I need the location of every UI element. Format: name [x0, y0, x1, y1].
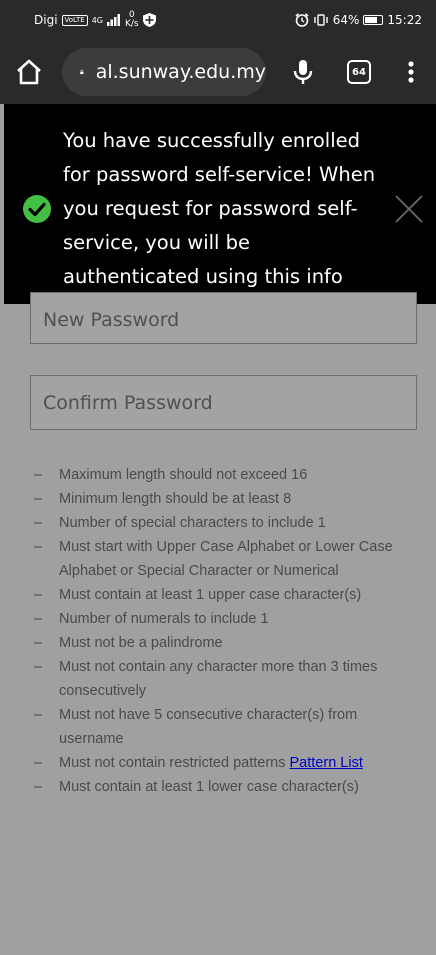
- vpn-shield-icon: [142, 13, 156, 27]
- confirm-password-placeholder: Confirm Password: [43, 391, 213, 414]
- more-menu-icon[interactable]: [396, 57, 426, 87]
- rule-item: Must start with Upper Case Alphabet or L…: [34, 535, 414, 583]
- net-speed: 0 K/s: [125, 11, 139, 29]
- rule-item: Must not contain any character more than…: [34, 655, 414, 703]
- rule-item: Must contain at least 1 lower case chara…: [34, 775, 414, 799]
- tab-switcher-button[interactable]: 64: [347, 60, 371, 84]
- address-bar[interactable]: al.sunway.edu.my: [62, 48, 266, 96]
- success-toast: You have successfully enrolled for passw…: [4, 104, 436, 304]
- password-rules-list: Maximum length should not exceed 16 Mini…: [34, 463, 414, 799]
- status-bar: Digi VoLTE 4G 0 K/s 64% 15:22: [0, 0, 436, 40]
- new-password-placeholder: New Password: [43, 309, 180, 331]
- lock-icon: [80, 69, 84, 75]
- signal-type: 4G: [91, 15, 103, 25]
- battery-icon: [363, 15, 384, 25]
- new-password-field[interactable]: New Password: [30, 292, 417, 344]
- clock: 15:22: [387, 13, 422, 27]
- pattern-list-link[interactable]: Pattern List: [290, 755, 363, 771]
- rule-item-patterns: Must not contain restricted patterns Pat…: [34, 751, 414, 775]
- battery-percent: 64%: [332, 13, 360, 27]
- microphone-icon[interactable]: [288, 57, 318, 87]
- carrier-label: Digi: [34, 13, 58, 27]
- close-icon[interactable]: [393, 193, 425, 225]
- confirm-password-field[interactable]: Confirm Password: [30, 375, 417, 430]
- url-text: al.sunway.edu.my: [95, 61, 266, 83]
- status-right: 64% 15:22: [295, 13, 422, 27]
- rule-item: Number of special characters to include …: [34, 511, 414, 535]
- rule-item: Must not have 5 consecutive character(s)…: [34, 703, 414, 751]
- rule-item: Minimum length should be at least 8: [34, 487, 414, 511]
- rule-item: Maximum length should not exceed 16: [34, 463, 414, 487]
- toast-message: You have successfully enrolled for passw…: [63, 129, 376, 288]
- check-circle-icon: [23, 195, 51, 223]
- rule-item: Must contain at least 1 upper case chara…: [34, 583, 414, 607]
- rule-item: Must not be a palindrome: [34, 631, 414, 655]
- signal-bars-icon: [107, 14, 120, 26]
- rule-text: Must not contain restricted patterns: [59, 755, 286, 771]
- home-icon[interactable]: [14, 57, 44, 87]
- net-speed-unit: K/s: [125, 19, 139, 29]
- rule-item: Number of numerals to include 1: [34, 607, 414, 631]
- browser-toolbar: al.sunway.edu.my 64: [0, 40, 436, 104]
- volte-badge: VoLTE: [61, 14, 88, 26]
- vibrate-icon: [314, 14, 328, 26]
- status-left: Digi VoLTE 4G 0 K/s: [34, 11, 156, 29]
- alarm-icon: [295, 13, 309, 27]
- tab-count: 64: [352, 66, 366, 78]
